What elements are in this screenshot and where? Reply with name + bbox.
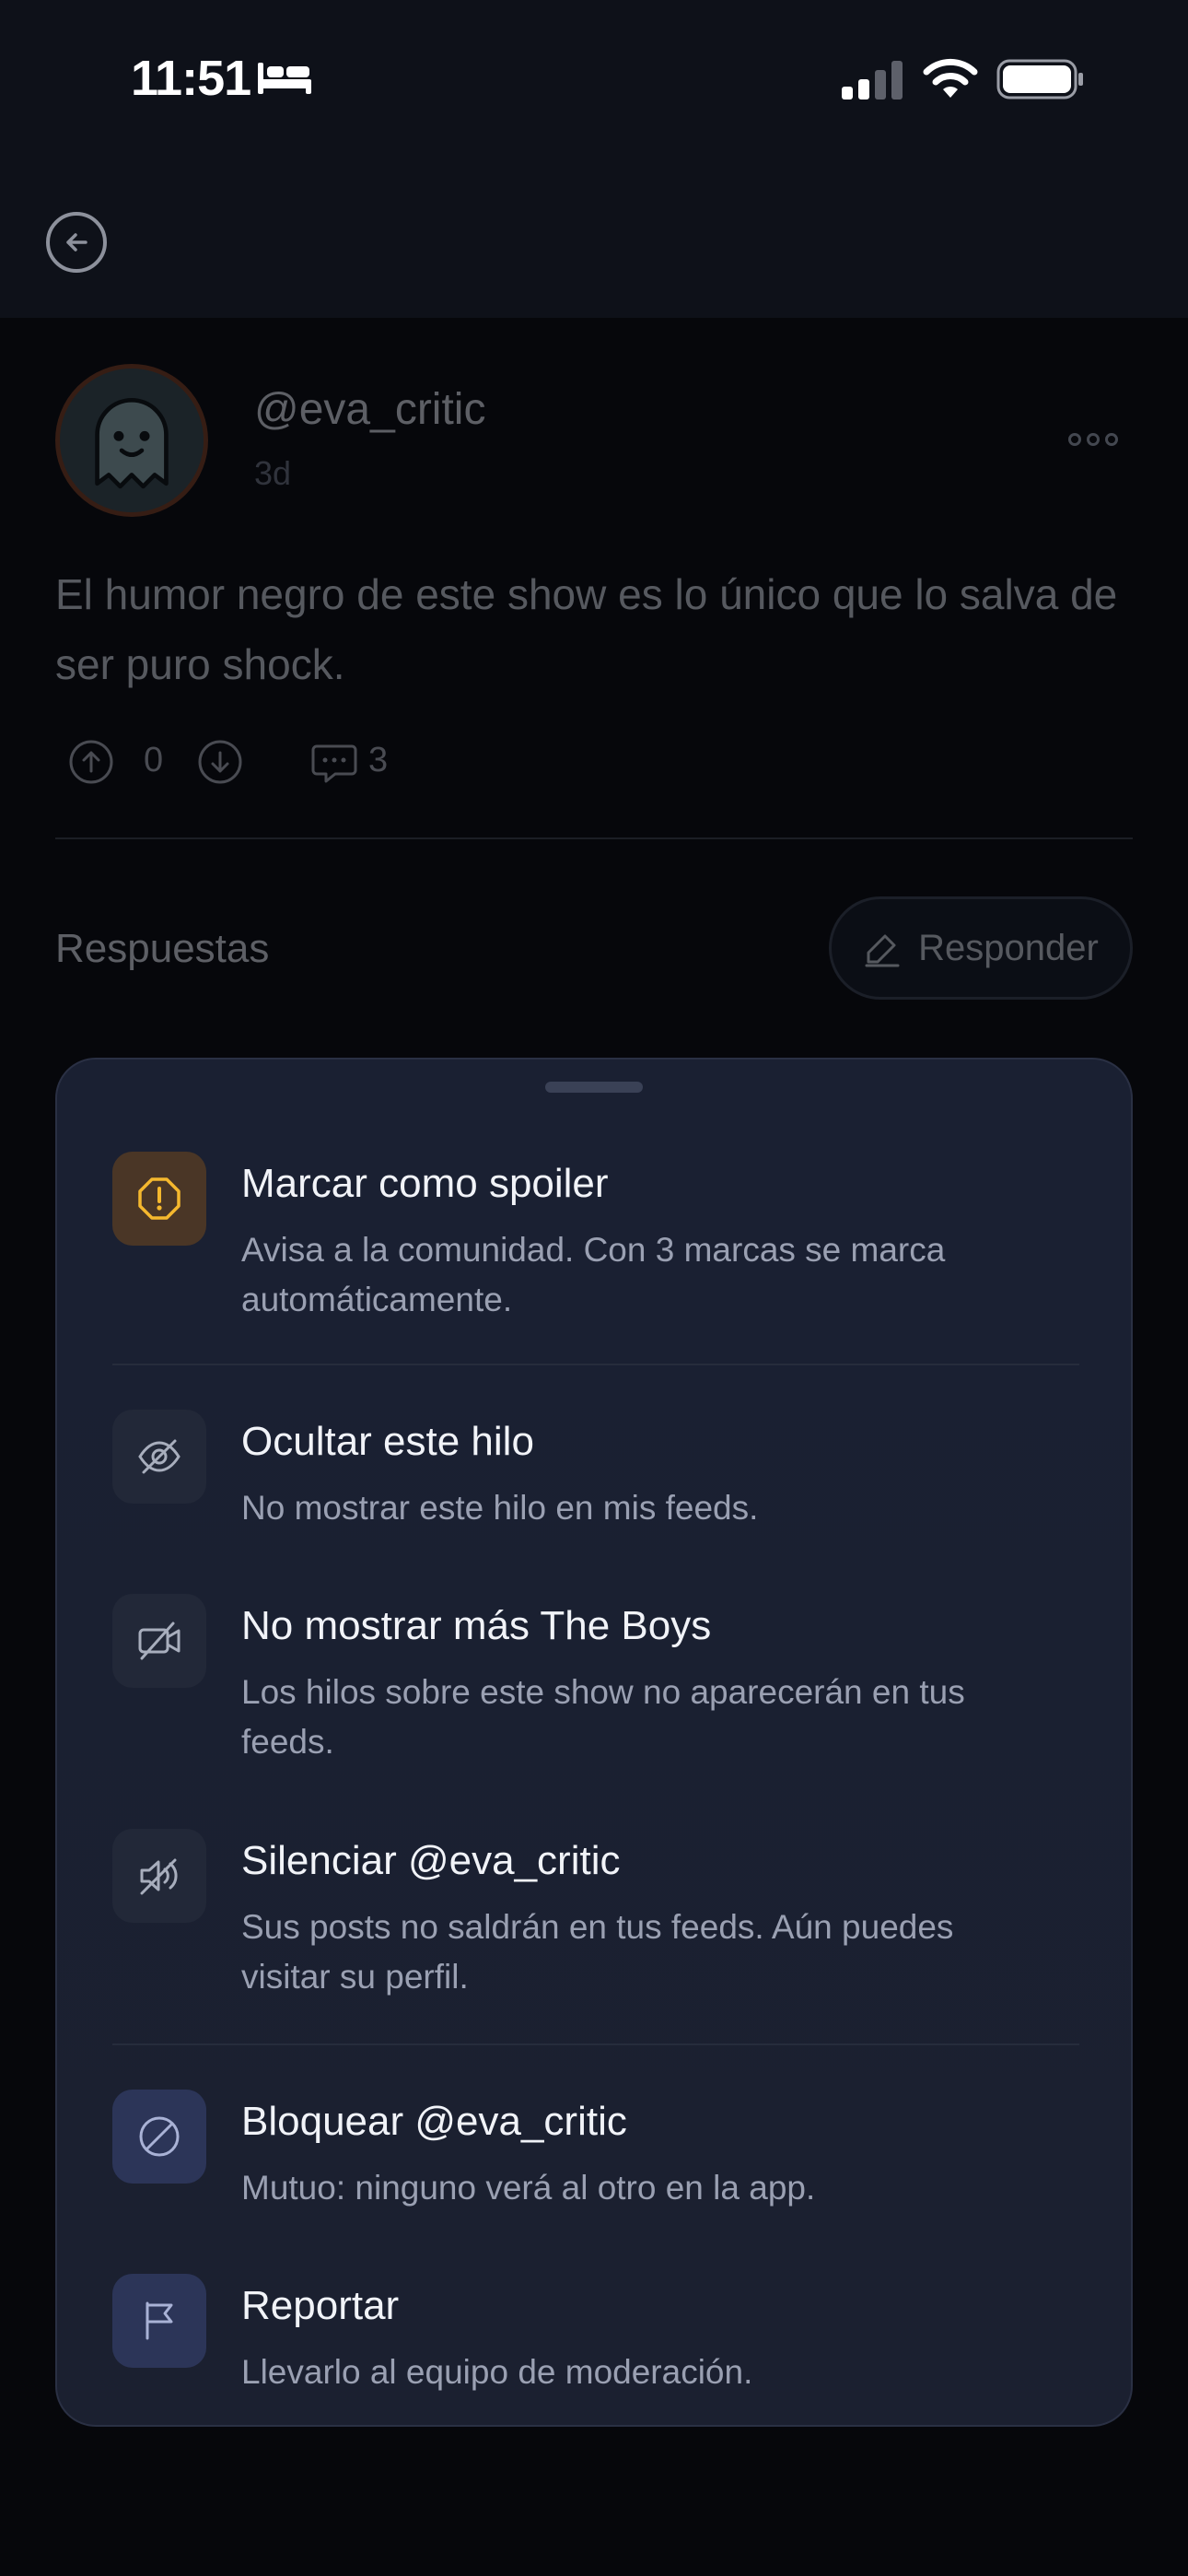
upvote-button[interactable] bbox=[66, 737, 116, 787]
video-off-icon-box bbox=[112, 1594, 206, 1688]
replies-heading: Respuestas bbox=[55, 926, 270, 971]
back-button[interactable] bbox=[46, 212, 107, 273]
dot-icon bbox=[1087, 433, 1100, 446]
avatar[interactable] bbox=[55, 364, 208, 517]
warning-icon bbox=[138, 1177, 181, 1220]
vote-count: 0 bbox=[144, 741, 164, 779]
section-divider bbox=[112, 2043, 1079, 2045]
divider bbox=[55, 837, 1133, 839]
wifi-icon bbox=[923, 58, 978, 98]
option-description: Mutuo: ninguno verá al otro en la app. bbox=[241, 2169, 816, 2207]
option-description: Sus posts no saldrán en tus feeds. Aún p… bbox=[241, 1908, 954, 1996]
option-title: No mostrar más The Boys bbox=[241, 1603, 712, 1648]
section-divider bbox=[112, 1364, 1079, 1365]
comment-count: 3 bbox=[368, 741, 389, 779]
post-time: 3d bbox=[254, 454, 292, 492]
option-title: Ocultar este hilo bbox=[241, 1419, 534, 1464]
dot-icon bbox=[1105, 433, 1118, 446]
reply-button[interactable]: Responder bbox=[829, 896, 1133, 1000]
post-username[interactable]: @eva_critic bbox=[254, 384, 485, 435]
flag-icon bbox=[146, 2301, 173, 2340]
screen: 11:51 @eva_critic 3d El humor negro de e… bbox=[0, 0, 1188, 2576]
status-bar: 11:51 bbox=[0, 0, 1188, 166]
options-bottom-sheet: Marcar como spoiler Avisa a la comunidad… bbox=[55, 1058, 1133, 2427]
option-description: Llevarlo al equipo de moderación. bbox=[241, 2353, 753, 2391]
downvote-button[interactable] bbox=[195, 737, 245, 787]
sleep-focus-icon bbox=[258, 63, 311, 94]
option-title: Bloquear @eva_critic bbox=[241, 2099, 627, 2144]
more-options-button[interactable] bbox=[1068, 430, 1118, 449]
status-time: 11:51 bbox=[131, 51, 251, 106]
hide-thread-option[interactable]: Ocultar este hilo No mostrar este hilo e… bbox=[112, 1410, 1079, 1529]
pencil-icon bbox=[865, 934, 900, 967]
mute-user-option[interactable]: Silenciar @eva_critic Sus posts no saldr… bbox=[112, 1829, 1079, 1996]
option-description: Los hilos sobre este show no aparecerán … bbox=[241, 1673, 965, 1761]
ghost-avatar-icon bbox=[60, 369, 204, 512]
block-user-option[interactable]: Bloquear @eva_critic Mutuo: ninguno verá… bbox=[112, 2090, 1079, 2209]
comment-icon bbox=[311, 744, 357, 783]
block-icon bbox=[139, 2116, 180, 2157]
arrow-down-circle-icon bbox=[198, 740, 242, 784]
eye-off-icon-box bbox=[112, 1410, 206, 1504]
cellular-signal-icon bbox=[842, 61, 903, 100]
option-title: Silenciar @eva_critic bbox=[241, 1838, 621, 1883]
report-option[interactable]: Reportar Llevarlo al equipo de moderació… bbox=[112, 2274, 1079, 2394]
post-body: El humor negro de este show es lo único … bbox=[55, 570, 1118, 688]
battery-icon bbox=[996, 59, 1083, 100]
hide-show-option[interactable]: No mostrar más The Boys Los hilos sobre … bbox=[112, 1594, 1079, 1761]
post-actions: 0 3 bbox=[55, 737, 516, 792]
mark-spoiler-option[interactable]: Marcar como spoiler Avisa a la comunidad… bbox=[112, 1152, 1079, 1318]
warning-icon-box bbox=[112, 1152, 206, 1246]
option-description: Avisa a la comunidad. Con 3 marcas se ma… bbox=[241, 1231, 946, 1318]
arrow-left-icon bbox=[66, 233, 87, 252]
dot-icon bbox=[1068, 433, 1081, 446]
comments-button[interactable] bbox=[309, 737, 359, 787]
option-title: Reportar bbox=[241, 2283, 400, 2328]
sheet-drag-handle[interactable] bbox=[545, 1082, 643, 1093]
block-icon-box bbox=[112, 2090, 206, 2184]
mute-icon bbox=[140, 1858, 178, 1895]
flag-icon-box bbox=[112, 2274, 206, 2368]
arrow-up-circle-icon bbox=[69, 740, 113, 784]
top-bar: 11:51 bbox=[0, 0, 1188, 318]
eye-off-icon bbox=[138, 1439, 181, 1474]
option-title: Marcar como spoiler bbox=[241, 1161, 609, 1206]
mute-icon-box bbox=[112, 1829, 206, 1923]
reply-button-label: Responder bbox=[918, 927, 1099, 968]
video-off-icon bbox=[138, 1622, 181, 1660]
option-description: No mostrar este hilo en mis feeds. bbox=[241, 1489, 759, 1527]
